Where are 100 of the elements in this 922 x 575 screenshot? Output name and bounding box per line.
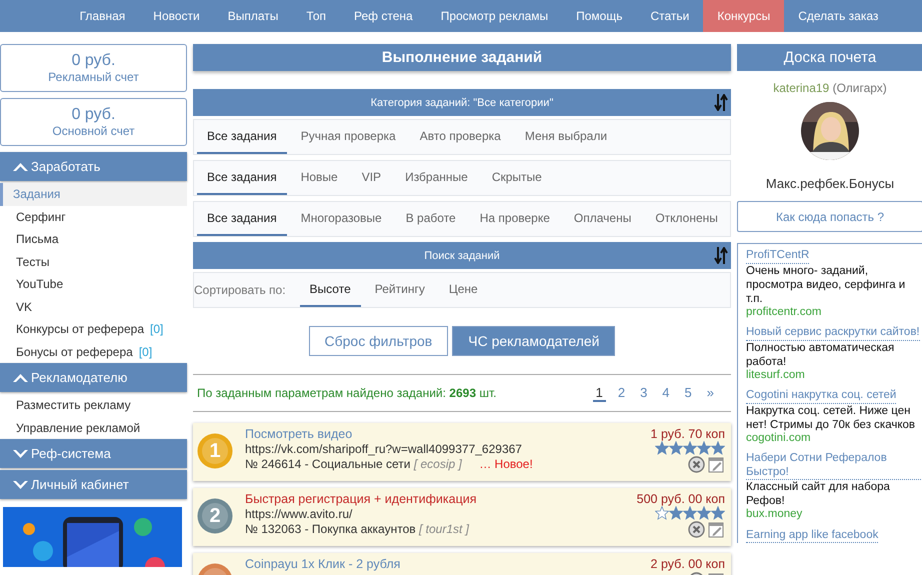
item-label: Разместить рекламу <box>16 398 131 412</box>
filter-tab[interactable]: На проверке <box>470 202 560 236</box>
sidebar-section-header[interactable]: Рекламодателю <box>0 363 187 392</box>
nav-link[interactable]: Статьи <box>636 0 704 32</box>
filter-tab[interactable]: Многоразовые <box>290 202 392 236</box>
filter-tab[interactable]: Отклонены <box>645 202 728 236</box>
page-link[interactable]: 1 <box>592 384 606 402</box>
edit-icon[interactable] <box>708 456 725 473</box>
nav-link[interactable]: Выплаты <box>214 0 292 32</box>
blacklist-button[interactable]: ЧС рекламодателей <box>452 326 616 356</box>
nav-link[interactable]: Просмотр рекламы <box>426 0 562 32</box>
nav-link[interactable]: Помощь <box>562 0 636 32</box>
item-label: YouTube <box>16 277 64 292</box>
sidebar-item[interactable]: Задания <box>0 183 187 206</box>
sidebar-item[interactable]: Серфинг <box>0 206 187 228</box>
account-balance: 0 руб. <box>72 106 116 124</box>
hide-icon[interactable] <box>688 521 705 538</box>
star-icon <box>697 441 711 455</box>
nav-link[interactable]: Главная <box>66 0 140 32</box>
edit-icon[interactable] <box>708 521 725 538</box>
nav-link[interactable]: Конкурсы <box>703 0 784 32</box>
task-price: 2 руб. 00 коп <box>650 557 725 571</box>
ad-title[interactable]: Cogotini накрутка соц. сетей <box>746 389 896 404</box>
item-label: Задания <box>13 187 60 202</box>
reset-button[interactable]: Сброс фильтров <box>308 326 448 356</box>
task-author[interactable]: [ ecosip ] <box>414 457 462 471</box>
sidebar-item[interactable]: YouTube <box>0 273 187 296</box>
filter-tab[interactable]: Скрытые <box>482 161 552 195</box>
sidebar-section-header[interactable]: Личный кабинет <box>0 470 187 499</box>
filter-tab[interactable]: В работе <box>396 202 466 236</box>
section-title: Реф-система <box>31 446 111 461</box>
ad-text: Полностью автоматическая работа! <box>746 340 896 368</box>
star-icon <box>683 441 697 455</box>
nav-link[interactable]: Топ <box>292 0 340 32</box>
filter-tab[interactable]: Меня выбрали <box>514 120 618 154</box>
filter-tab[interactable]: Избранные <box>395 161 478 195</box>
sidebar-item[interactable]: Конкурсы от реферера [0] <box>0 318 187 340</box>
search-title[interactable]: Поиск заданий <box>424 250 500 262</box>
item-label: Письма <box>16 232 59 246</box>
hide-icon[interactable] <box>688 456 705 473</box>
user-rank: (Олигарх) <box>832 81 887 95</box>
star-icon <box>669 441 683 455</box>
task-title[interactable]: Быстрая регистрация + идентификация <box>245 492 637 507</box>
filter-tab[interactable]: Оплачены <box>564 202 642 236</box>
sidebar-section-header[interactable]: Заработать <box>0 152 187 181</box>
section-title: Заработать <box>31 159 100 174</box>
filter-tab[interactable]: VIP <box>352 161 392 195</box>
chevron-up-icon <box>12 162 29 172</box>
account-balance: 0 руб. <box>72 52 116 70</box>
page-link[interactable]: 4 <box>659 384 673 402</box>
how-to-get-here-button[interactable]: Как сюда попасть ? <box>737 201 922 232</box>
task-title[interactable]: Посмотреть видео <box>245 427 651 442</box>
sidebar-item[interactable]: Тесты <box>0 250 187 273</box>
sidebar-item[interactable]: Письма <box>0 228 187 250</box>
sidebar-item[interactable]: Бонусы от реферера [0] <box>0 340 187 363</box>
page-link[interactable]: 3 <box>637 384 650 402</box>
filter-tab[interactable]: Все задания <box>197 161 287 195</box>
sidebar-item[interactable]: Управление рекламой <box>0 416 187 439</box>
task-url: https://vk.com/sharipoff_ru?w=wall4099377_629367 <box>245 442 523 457</box>
item-label: Конкурсы от реферера <box>16 322 144 336</box>
filter-tab[interactable]: Авто проверка <box>410 120 511 154</box>
ad-domain: profitcentr.com <box>746 306 822 319</box>
tagline: Макс.рефбек.Бонусы <box>764 176 896 191</box>
rank-number: 2 <box>209 504 221 528</box>
item-count: [0] <box>138 344 152 359</box>
nav-link[interactable]: Реф стена <box>340 0 427 32</box>
sort-tab[interactable]: Рейтингу <box>364 273 435 307</box>
ad-title[interactable]: Earning app like facebook <box>746 528 878 543</box>
star-icon <box>711 441 725 455</box>
filter-tab[interactable]: Ручная проверка <box>290 120 406 154</box>
task-title[interactable]: Coinpayu 1x Клик - 2 рубля <box>245 557 651 572</box>
star-icon <box>697 506 711 520</box>
page-link[interactable]: 5 <box>682 384 695 402</box>
item-count: [0] <box>150 322 164 336</box>
sidebar-item[interactable]: VK <box>0 296 187 318</box>
user-name[interactable]: katerina19 <box>773 81 830 95</box>
page-link[interactable]: 2 <box>614 384 628 402</box>
sidebar-item[interactable]: Разместить рекламу <box>0 394 187 416</box>
category-title[interactable]: Категория заданий: "Все категории" <box>370 96 554 108</box>
ad-title[interactable]: Набери Сотни Рефералов Быстро! <box>746 452 921 480</box>
page-link[interactable]: » <box>704 384 717 402</box>
sort-arrows-icon[interactable] <box>714 247 728 264</box>
filter-tab[interactable]: Все задания <box>197 120 287 154</box>
results-count: По заданным параметрам найдено заданий: 2693 шт. <box>197 386 496 400</box>
chevron-up-icon <box>12 372 29 382</box>
nav-link[interactable]: Сделать заказ <box>784 0 892 32</box>
sort-tab[interactable]: Высоте <box>300 273 361 307</box>
ad-domain: cogotini.com <box>746 432 811 445</box>
nav-link[interactable]: Новости <box>139 0 214 32</box>
sort-arrows-icon[interactable] <box>714 94 728 111</box>
panel-title: Доска почета <box>737 44 922 71</box>
ad-title[interactable]: Новый сервис раскрутки сайтов! <box>746 326 920 340</box>
filter-tab[interactable]: Новые <box>290 161 348 195</box>
star-icon <box>683 506 697 520</box>
task-author[interactable]: [ tour1st ] <box>418 522 470 536</box>
ad-title[interactable]: ProfiTCentR <box>746 249 810 264</box>
sidebar-section-header[interactable]: Реф-система <box>0 439 187 468</box>
filter-tab[interactable]: Все задания <box>197 202 287 236</box>
section-title: Личный кабинет <box>31 477 129 492</box>
sort-tab[interactable]: Цене <box>438 273 488 307</box>
